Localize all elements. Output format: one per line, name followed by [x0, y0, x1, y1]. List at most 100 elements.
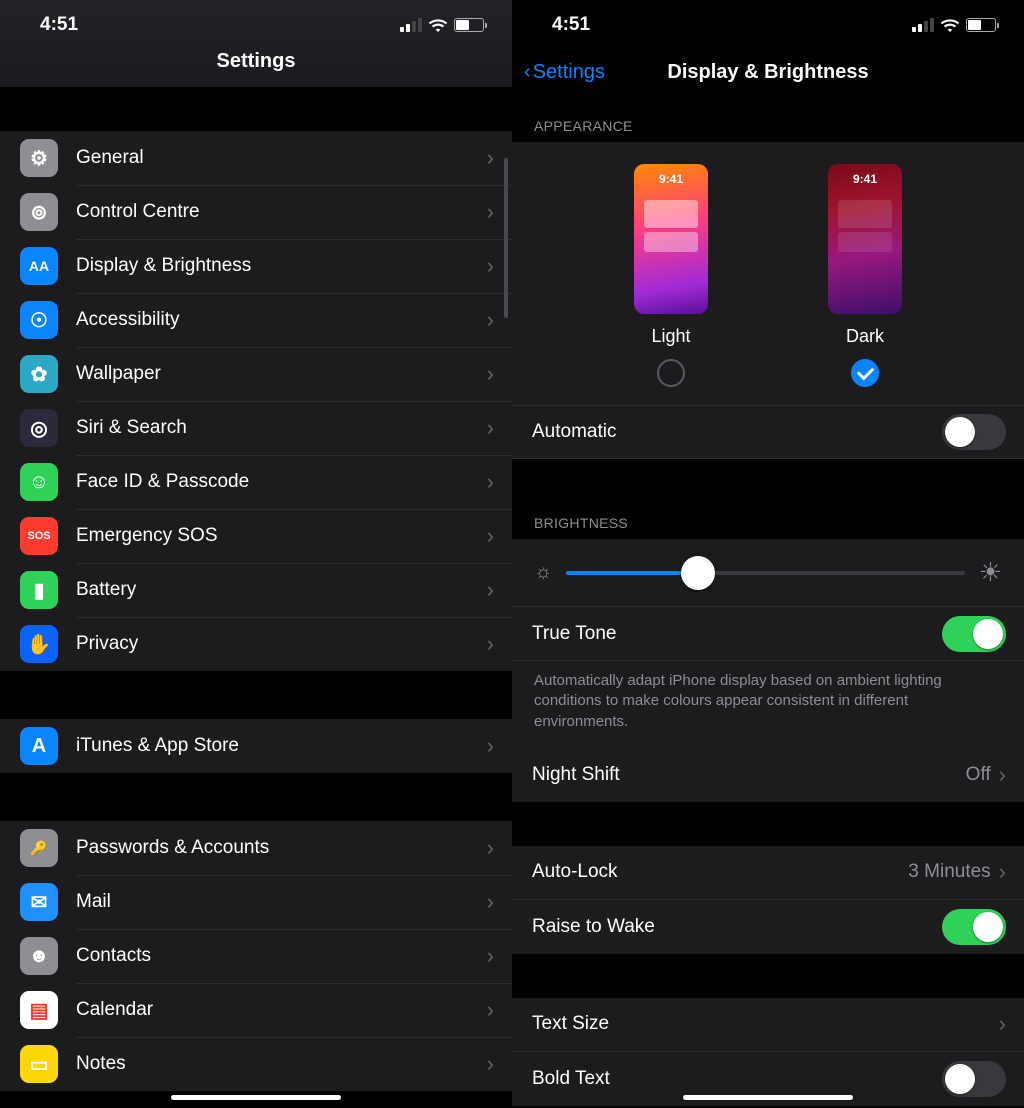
- chevron-right-icon: ›: [487, 145, 494, 171]
- night-shift-row[interactable]: Night Shift Off ›: [512, 748, 1024, 802]
- appearance-preview-dark: 9:41: [828, 164, 902, 314]
- auto-lock-row[interactable]: Auto-Lock 3 Minutes ›: [512, 846, 1024, 900]
- control-centre-icon: ⊚: [20, 193, 58, 231]
- face-id-passcode-icon: ☺: [20, 463, 58, 501]
- settings-group: ⚙General›⊚Control Centre›AADisplay & Bri…: [0, 131, 512, 671]
- row-label: Control Centre: [76, 201, 487, 223]
- back-button[interactable]: ‹ Settings: [524, 61, 605, 84]
- settings-row-siri-search[interactable]: ◎Siri & Search›: [0, 401, 512, 455]
- settings-row-face-id-passcode[interactable]: ☺Face ID & Passcode›: [0, 455, 512, 509]
- true-tone-description: Automatically adapt iPhone display based…: [512, 661, 1024, 748]
- settings-row-display-brightness[interactable]: AADisplay & Brightness›: [0, 239, 512, 293]
- chevron-right-icon: ›: [487, 523, 494, 549]
- settings-row-control-centre[interactable]: ⊚Control Centre›: [0, 185, 512, 239]
- settings-row-contacts[interactable]: ☻Contacts›: [0, 929, 512, 983]
- row-label: Accessibility: [76, 309, 487, 331]
- chevron-right-icon: ›: [487, 415, 494, 441]
- settings-screen: 4:51 Settings ⚙General›⊚Control Centre›A…: [0, 0, 512, 1108]
- row-label: Mail: [76, 891, 487, 913]
- settings-row-general[interactable]: ⚙ General›: [0, 131, 512, 185]
- raise-to-wake-label: Raise to Wake: [532, 916, 942, 938]
- settings-header: 4:51 Settings: [0, 0, 512, 87]
- contacts-icon: ☻: [20, 937, 58, 975]
- raise-to-wake-toggle[interactable]: [942, 909, 1006, 945]
- appearance-preview-light: 9:41: [634, 164, 708, 314]
- sun-small-icon: ☼: [534, 561, 552, 584]
- wallpaper-icon: ✿: [20, 355, 58, 393]
- radio-dark[interactable]: [851, 359, 879, 387]
- status-time: 4:51: [552, 14, 590, 36]
- brightness-slider[interactable]: [566, 571, 964, 575]
- chevron-right-icon: ›: [999, 859, 1006, 885]
- appearance-label-light: Light: [651, 326, 690, 347]
- display-brightness-icon: AA: [20, 247, 58, 285]
- settings-row-itunes-appstore[interactable]: AiTunes & App Store›: [0, 719, 512, 773]
- chevron-right-icon: ›: [487, 361, 494, 387]
- settings-row-accessibility[interactable]: ☉ Accessibility›: [0, 293, 512, 347]
- row-label: Battery: [76, 579, 487, 601]
- home-indicator[interactable]: [683, 1095, 853, 1100]
- true-tone-toggle[interactable]: [942, 616, 1006, 652]
- chevron-left-icon: ‹: [524, 61, 531, 84]
- accessibility-icon: ☉: [20, 301, 58, 339]
- chevron-right-icon: ›: [487, 253, 494, 279]
- appearance-option-light[interactable]: 9:41 Light: [634, 164, 708, 387]
- automatic-row[interactable]: Automatic: [512, 405, 1024, 459]
- row-label: Contacts: [76, 945, 487, 967]
- battery-icon: [966, 18, 996, 32]
- display-brightness-screen: 4:51 ‹ Settings Display & Brightness APP…: [512, 0, 1024, 1108]
- auto-lock-label: Auto-Lock: [532, 861, 908, 883]
- brightness-slider-row[interactable]: ☼ ☀: [512, 539, 1024, 607]
- mail-icon: ✉: [20, 883, 58, 921]
- appearance-section: 9:41 Light 9:41 Dark: [512, 142, 1024, 405]
- general-icon: ⚙: [20, 139, 58, 177]
- status-right: [912, 18, 996, 32]
- home-indicator[interactable]: [171, 1095, 341, 1100]
- wifi-icon: [940, 18, 960, 32]
- chevron-right-icon: ›: [487, 889, 494, 915]
- status-time: 4:51: [40, 14, 78, 36]
- scrollbar[interactable]: [504, 158, 508, 318]
- chevron-right-icon: ›: [487, 631, 494, 657]
- row-label: Wallpaper: [76, 363, 487, 385]
- settings-row-calendar[interactable]: ▤Calendar›: [0, 983, 512, 1037]
- row-label: General: [76, 147, 487, 169]
- settings-row-notes[interactable]: ▭Notes›: [0, 1037, 512, 1091]
- auto-lock-value: 3 Minutes: [908, 861, 990, 883]
- settings-group: 🔑Passwords & Accounts›✉Mail›☻Contacts›▤C…: [0, 821, 512, 1091]
- true-tone-label: True Tone: [532, 623, 942, 645]
- appearance-header: APPEARANCE: [512, 106, 1024, 142]
- radio-light[interactable]: [657, 359, 685, 387]
- privacy-icon: ✋: [20, 625, 58, 663]
- text-size-row[interactable]: Text Size ›: [512, 998, 1024, 1052]
- raise-to-wake-row[interactable]: Raise to Wake: [512, 900, 1024, 954]
- chevron-right-icon: ›: [487, 997, 494, 1023]
- status-right: [400, 18, 484, 32]
- chevron-right-icon: ›: [487, 733, 494, 759]
- back-label: Settings: [533, 61, 605, 84]
- nav-header: 4:51 ‹ Settings Display & Brightness: [512, 0, 1024, 106]
- page-title: Settings: [0, 50, 512, 73]
- settings-row-mail[interactable]: ✉ Mail›: [0, 875, 512, 929]
- status-bar: 4:51: [512, 0, 1024, 50]
- night-shift-label: Night Shift: [532, 764, 966, 786]
- chevron-right-icon: ›: [487, 1051, 494, 1077]
- automatic-toggle[interactable]: [942, 414, 1006, 450]
- row-label: Passwords & Accounts: [76, 837, 487, 859]
- chevron-right-icon: ›: [999, 1011, 1006, 1037]
- automatic-label: Automatic: [532, 421, 942, 443]
- appearance-option-dark[interactable]: 9:41 Dark: [828, 164, 902, 387]
- chevron-right-icon: ›: [487, 469, 494, 495]
- settings-group: AiTunes & App Store›: [0, 719, 512, 773]
- brightness-header: BRIGHTNESS: [512, 503, 1024, 539]
- chevron-right-icon: ›: [487, 307, 494, 333]
- settings-row-privacy[interactable]: ✋Privacy›: [0, 617, 512, 671]
- settings-row-passwords-accounts[interactable]: 🔑Passwords & Accounts›: [0, 821, 512, 875]
- row-label: Siri & Search: [76, 417, 487, 439]
- true-tone-row[interactable]: True Tone: [512, 607, 1024, 661]
- settings-row-wallpaper[interactable]: ✿ Wallpaper›: [0, 347, 512, 401]
- settings-row-emergency-sos[interactable]: SOSEmergency SOS›: [0, 509, 512, 563]
- settings-row-battery[interactable]: ▮Battery›: [0, 563, 512, 617]
- bold-text-toggle[interactable]: [942, 1061, 1006, 1097]
- wifi-icon: [428, 18, 448, 32]
